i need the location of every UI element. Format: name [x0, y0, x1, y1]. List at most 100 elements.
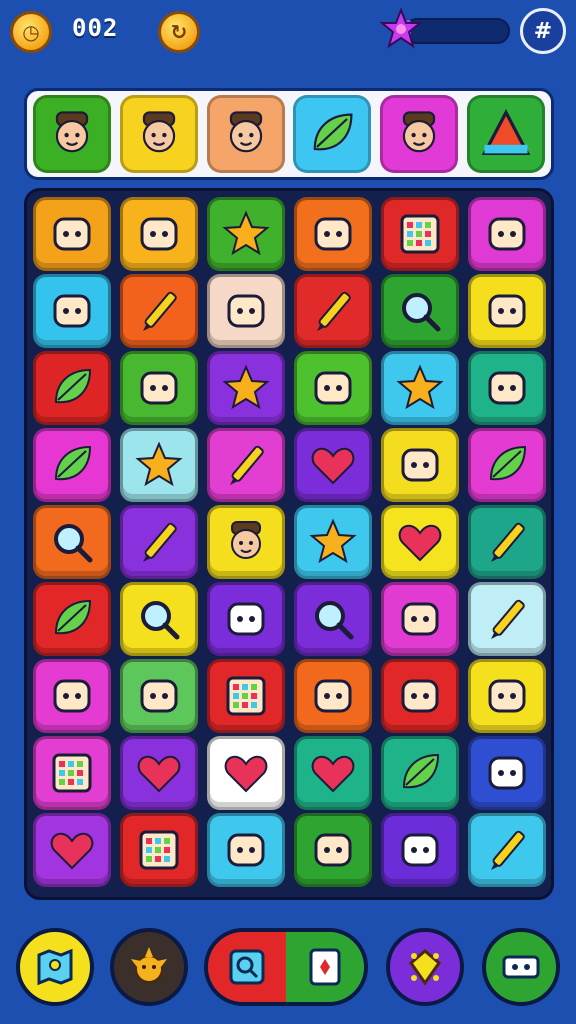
board-tile[interactable]: [468, 428, 546, 502]
board-tile[interactable]: [381, 659, 459, 733]
star-icon: [309, 518, 357, 564]
wand-star-icon: [222, 210, 270, 256]
board-tile[interactable]: [33, 582, 111, 656]
board-tile[interactable]: [207, 274, 285, 348]
board-tile[interactable]: [381, 197, 459, 271]
board-tile[interactable]: [33, 659, 111, 733]
crossed-pencils-icon: [143, 522, 177, 562]
fish-star-icon: [222, 364, 270, 410]
board-tile[interactable]: [33, 197, 111, 271]
hunter-face-icon: [55, 111, 89, 153]
board-tile[interactable]: [468, 582, 546, 656]
heart-icon: [137, 755, 181, 793]
split-right-half[interactable]: [286, 932, 364, 1002]
gem-button[interactable]: [386, 928, 464, 1006]
clock-coin-icon[interactable]: ◷: [10, 11, 52, 53]
board-tile[interactable]: [468, 351, 546, 425]
board-tile[interactable]: [33, 274, 111, 348]
compass-icon: [227, 294, 265, 328]
board-tile[interactable]: [207, 197, 285, 271]
split-left-half[interactable]: [208, 932, 286, 1002]
board-tile[interactable]: [120, 351, 198, 425]
shield-gem-icon: [488, 294, 526, 328]
viking-face-icon: [229, 111, 262, 153]
board-tile[interactable]: [294, 428, 372, 502]
magic-wand-icon: [230, 445, 264, 485]
board-tile[interactable]: [120, 197, 198, 271]
calendar-grid-icon: [226, 676, 266, 716]
board-tile[interactable]: [120, 428, 198, 502]
board-tile[interactable]: [468, 197, 546, 271]
board-tile[interactable]: [33, 505, 111, 579]
character-slot[interactable]: [119, 95, 198, 173]
board-tile[interactable]: [120, 505, 198, 579]
character-slot[interactable]: [466, 95, 545, 173]
board-tile[interactable]: [294, 351, 372, 425]
board-tile[interactable]: [468, 813, 546, 887]
board-tile[interactable]: [294, 582, 372, 656]
board-tile[interactable]: [468, 505, 546, 579]
board-tile[interactable]: [207, 505, 285, 579]
grid-menu-button[interactable]: #: [520, 8, 566, 54]
board-tile[interactable]: [207, 351, 285, 425]
creature-icon: [53, 217, 91, 251]
board-tile[interactable]: [381, 505, 459, 579]
board-tile[interactable]: [468, 736, 546, 810]
board-tile[interactable]: [120, 274, 198, 348]
character-slot[interactable]: [293, 95, 372, 173]
board-tile[interactable]: [294, 659, 372, 733]
board-tile[interactable]: [294, 197, 372, 271]
board-tile[interactable]: [468, 274, 546, 348]
board-tile[interactable]: [120, 582, 198, 656]
board-tile[interactable]: [294, 505, 372, 579]
board-tile[interactable]: [120, 736, 198, 810]
heart-icon: [398, 524, 442, 562]
magnifier-icon: [229, 949, 265, 985]
board-tile[interactable]: [294, 274, 372, 348]
ticket-button[interactable]: [482, 928, 560, 1006]
board-tile[interactable]: [381, 813, 459, 887]
board-tile[interactable]: [381, 736, 459, 810]
balloon-icon: [314, 371, 352, 405]
score-counter: 002: [72, 14, 119, 42]
board-tile[interactable]: [381, 582, 459, 656]
gem-icon: [408, 949, 442, 986]
board-tile[interactable]: [207, 736, 285, 810]
board-tile[interactable]: [33, 428, 111, 502]
heart-icon: [311, 755, 355, 793]
character-slot[interactable]: [33, 95, 111, 173]
board-tile[interactable]: [33, 736, 111, 810]
board-tile[interactable]: [381, 351, 459, 425]
onion-icon: [227, 602, 265, 636]
split-action-button[interactable]: [204, 928, 368, 1006]
board-tile[interactable]: [207, 659, 285, 733]
refresh-coin-icon[interactable]: ↻: [158, 11, 200, 53]
board-tile[interactable]: [207, 813, 285, 887]
radio-icon: [400, 214, 440, 254]
map-button[interactable]: [16, 928, 94, 1006]
board-tile[interactable]: [207, 582, 285, 656]
board-tile[interactable]: [120, 659, 198, 733]
basket-icon: [488, 679, 526, 713]
board-tile[interactable]: [381, 274, 459, 348]
pencil-icon: [491, 599, 525, 639]
board-tile[interactable]: [120, 813, 198, 887]
target-icon: [54, 524, 93, 563]
creature-button[interactable]: [110, 928, 188, 1006]
pencil-icon: [491, 522, 525, 562]
character-slot[interactable]: [206, 95, 285, 173]
safe-icon: [401, 679, 439, 713]
heart-icon: [50, 832, 94, 870]
board-tile[interactable]: [33, 813, 111, 887]
witch-face-icon: [403, 111, 436, 153]
board-tile[interactable]: [468, 659, 546, 733]
board-tile[interactable]: [207, 428, 285, 502]
eggplant-icon: [54, 445, 92, 481]
sun-creature-icon: [131, 947, 167, 983]
board-tile[interactable]: [33, 351, 111, 425]
board-tile[interactable]: [294, 813, 372, 887]
heart-icon: [311, 447, 355, 485]
board-tile[interactable]: [294, 736, 372, 810]
character-slot[interactable]: [380, 95, 459, 173]
board-tile[interactable]: [381, 428, 459, 502]
